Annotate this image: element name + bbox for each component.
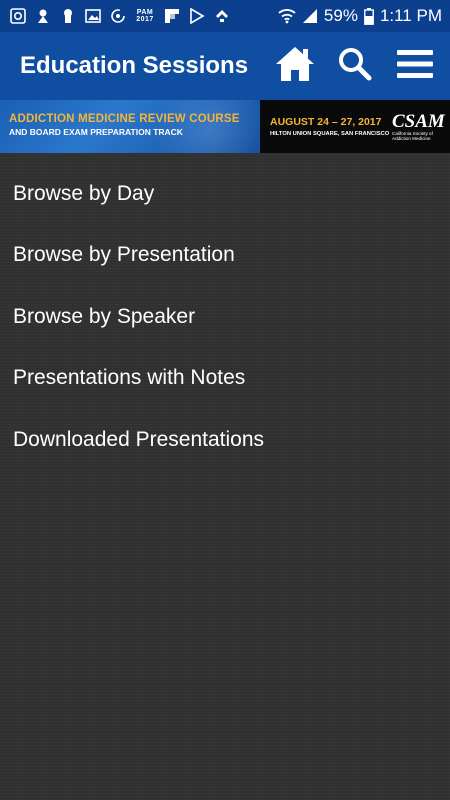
home-icon [274,45,316,88]
banner-dates: AUGUST 24 – 27, 2017 [270,116,382,128]
pam-2017-icon: PAM 2017 [135,9,155,23]
image-icon [85,8,101,24]
event-banner[interactable]: ADDICTION MEDICINE REVIEW COURSE AND BOA… [0,100,450,153]
home-button[interactable] [272,43,318,89]
app-bar-actions [272,43,450,89]
menu-item-presentations-with-notes[interactable]: Presentations with Notes [0,348,450,410]
csam-logo-mark: CSAM [392,110,445,132]
menu-button[interactable] [392,43,438,89]
pocket-casts-icon [10,8,26,24]
battery-icon [364,7,374,25]
search-icon [338,47,372,86]
menu-item-browse-by-presentation[interactable]: Browse by Presentation [0,225,450,287]
sync-icon [110,8,126,24]
banner-course: ADDICTION MEDICINE REVIEW COURSE AND BOA… [0,100,260,153]
banner-dates-block: AUGUST 24 – 27, 2017 HILTON UNION SQUARE… [270,116,392,137]
play-store-icon [189,8,205,24]
csam-logo-sub-line2: Addiction Medicine [392,135,431,141]
battery-percent: 59% [323,6,358,25]
banner-course-subtitle: AND BOARD EXAM PREPARATION TRACK [9,127,183,137]
hamburger-icon [397,49,433,84]
notification-icons: PAM 2017 [10,8,230,24]
pam-label-line1: PAM [136,9,154,16]
wifi-icon [278,8,296,24]
signal-icon [302,8,318,24]
banner-event-info: AUGUST 24 – 27, 2017 HILTON UNION SQUARE… [260,100,450,153]
banner-course-title: ADDICTION MEDICINE REVIEW COURSE [9,113,240,125]
feedly-icon [214,8,230,24]
keyhole-icon [60,8,76,24]
banner-venue: HILTON UNION SQUARE, SAN FRANCISCO [270,131,390,137]
menu-item-browse-by-day[interactable]: Browse by Day [0,163,450,225]
person-icon [35,8,51,24]
status-bar: PAM 2017 59% 1:11 PM [0,0,450,32]
menu-item-browse-by-speaker[interactable]: Browse by Speaker [0,286,450,348]
flipboard-icon [164,8,180,24]
sessions-menu: Browse by Day Browse by Presentation Bro… [0,153,450,800]
clock: 1:11 PM [379,6,442,25]
system-status: 59% 1:11 PM [278,6,442,26]
pam-label-line2: 2017 [136,16,154,23]
csam-logo: CSAM California Society of Addiction Med… [392,110,450,141]
page-title: Education Sessions [20,52,249,79]
menu-item-downloaded-presentations[interactable]: Downloaded Presentations [0,409,450,471]
app-bar: Education Sessions [0,32,450,100]
search-button[interactable] [332,43,378,89]
